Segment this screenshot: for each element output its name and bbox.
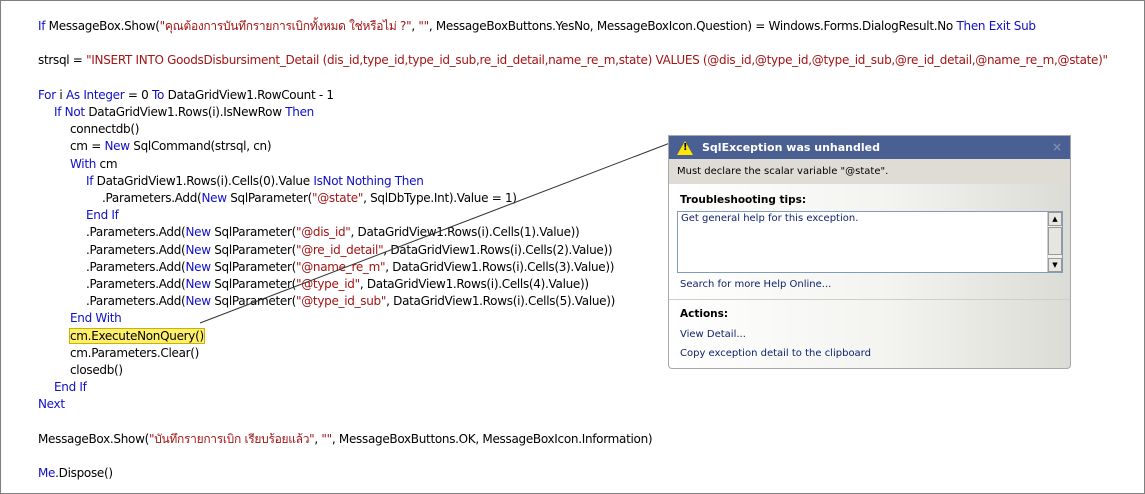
scrollbar[interactable]: ▲ ▼ (1047, 212, 1062, 272)
exception-title-bar: ! SqlException was unhandled × (669, 136, 1070, 159)
warning-icon: ! (677, 140, 693, 155)
scroll-down-icon[interactable]: ▼ (1048, 258, 1062, 272)
tip-link[interactable]: Get general help for this exception. (681, 213, 858, 224)
search-help-online-link[interactable]: Search for more Help Online... (680, 279, 831, 290)
scroll-up-icon[interactable]: ▲ (1048, 212, 1062, 226)
close-icon[interactable]: × (1052, 140, 1062, 154)
copy-exception-detail-link[interactable]: Copy exception detail to the clipboard (680, 348, 871, 359)
exception-assistant: ! SqlException was unhandled × Must decl… (668, 135, 1071, 369)
scroll-thumb[interactable] (1048, 227, 1062, 255)
view-detail-link[interactable]: View Detail... (680, 329, 746, 340)
exception-message: Must declare the scalar variable "@state… (669, 159, 1070, 184)
troubleshooting-tips-list[interactable]: Get general help for this exception. ▲ ▼ (677, 211, 1063, 273)
troubleshooting-heading: Troubleshooting tips: (680, 194, 807, 206)
exception-title: SqlException was unhandled (702, 141, 880, 154)
actions-heading: Actions: (680, 308, 729, 320)
divider (669, 299, 1070, 300)
